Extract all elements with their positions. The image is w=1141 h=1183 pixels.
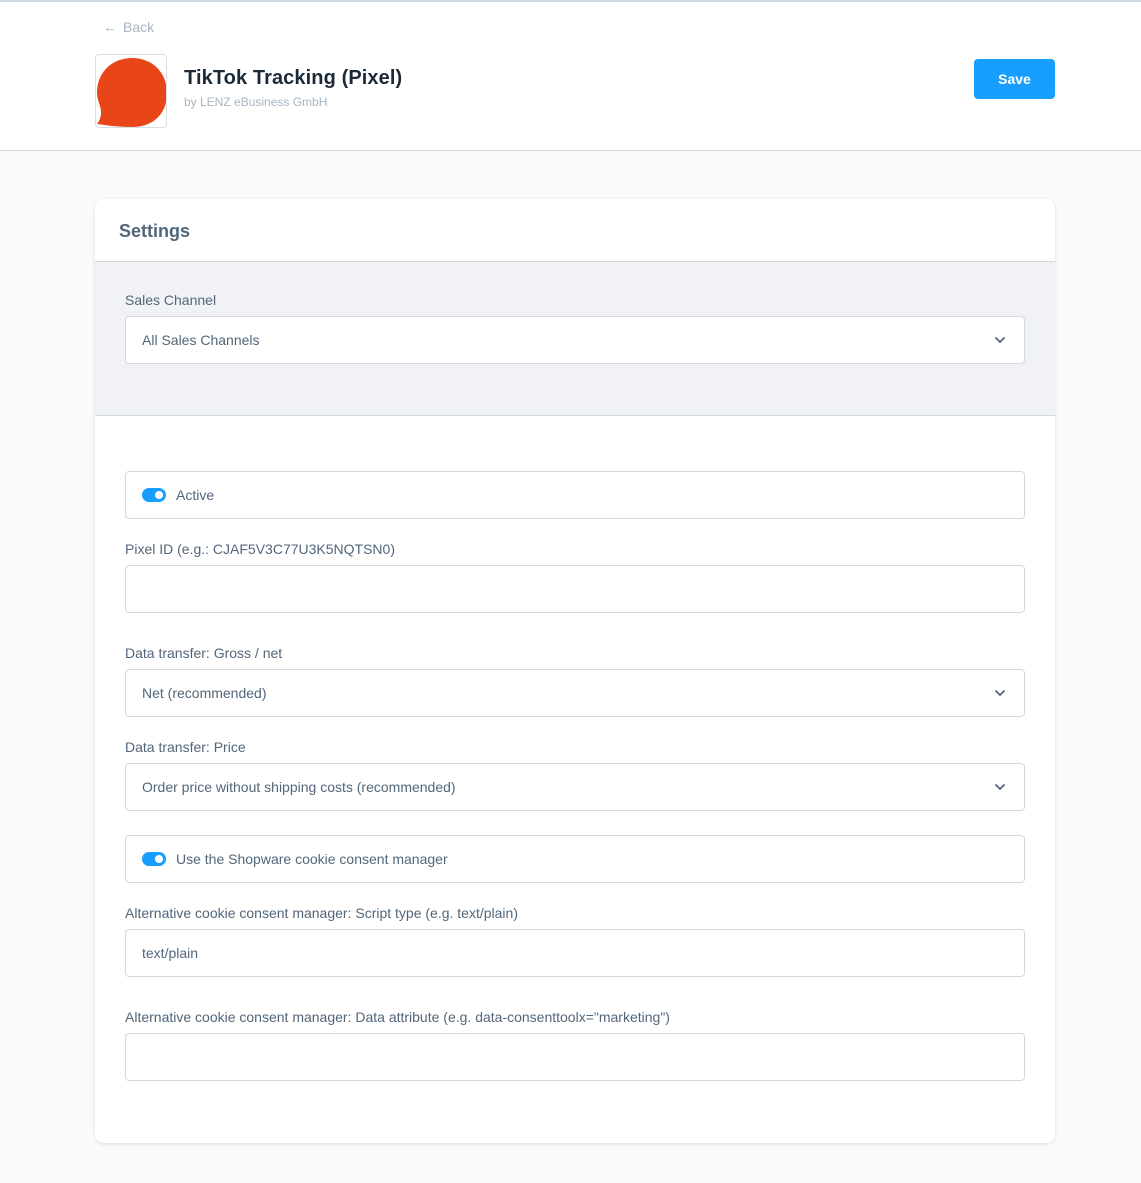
chevron-down-icon	[995, 784, 1005, 790]
data-attribute-input[interactable]	[142, 1034, 1024, 1080]
back-label: Back	[123, 19, 155, 35]
cookie-manager-label: Use the Shopware cookie consent manager	[176, 851, 448, 867]
active-toggle-row[interactable]: Active	[125, 471, 1025, 519]
app-logo	[95, 54, 167, 128]
app-author: by LENZ eBusiness GmbH	[184, 95, 328, 109]
pixel-id-label: Pixel ID (e.g.: CJAF5V3C77U3K5NQTSN0)	[125, 541, 395, 557]
page-header: ← Back TikTok Tracking (Pixel) by LENZ e…	[0, 2, 1141, 151]
data-attribute-label: Alternative cookie consent manager: Data…	[125, 1009, 670, 1025]
tiktok-logo-icon	[97, 58, 166, 127]
pixel-id-input[interactable]	[142, 566, 1024, 612]
sales-channel-select[interactable]: All Sales Channels	[125, 316, 1025, 364]
cookie-manager-toggle-row[interactable]: Use the Shopware cookie consent manager	[125, 835, 1025, 883]
app-title: TikTok Tracking (Pixel)	[184, 67, 403, 89]
script-type-field[interactable]	[125, 929, 1025, 977]
card-title: Settings	[119, 221, 191, 241]
settings-card: Settings Sales Channel All Sales Channel…	[95, 199, 1055, 1143]
script-type-input[interactable]	[142, 930, 1024, 976]
gross-net-label: Data transfer: Gross / net	[125, 645, 283, 661]
sales-channel-section: Sales Channel All Sales Channels	[95, 262, 1055, 416]
save-button[interactable]: Save	[974, 59, 1055, 99]
data-attribute-field[interactable]	[125, 1033, 1025, 1081]
chevron-down-icon	[995, 337, 1005, 343]
price-select[interactable]: Order price without shipping costs (reco…	[125, 763, 1025, 811]
active-toggle[interactable]	[142, 488, 166, 502]
arrow-left-icon: ←	[103, 19, 117, 35]
price-label: Data transfer: Price	[125, 739, 246, 755]
back-link[interactable]: ← Back	[103, 19, 154, 35]
pixel-id-field[interactable]	[125, 565, 1025, 613]
sales-channel-label: Sales Channel	[125, 292, 217, 308]
script-type-label: Alternative cookie consent manager: Scri…	[125, 905, 518, 921]
cookie-manager-toggle[interactable]	[142, 852, 166, 866]
gross-net-value: Net (recommended)	[142, 685, 267, 701]
active-label: Active	[176, 487, 215, 503]
sales-channel-value: All Sales Channels	[142, 332, 260, 348]
chevron-down-icon	[995, 690, 1005, 696]
gross-net-select[interactable]: Net (recommended)	[125, 669, 1025, 717]
price-value: Order price without shipping costs (reco…	[142, 779, 456, 795]
